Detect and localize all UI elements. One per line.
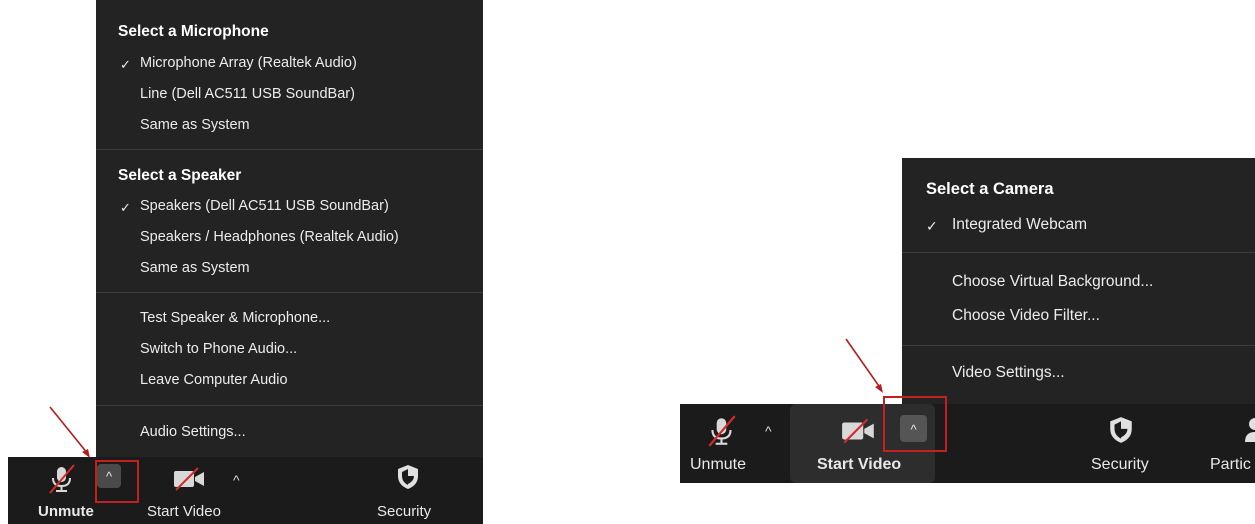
security-button[interactable]: Security (363, 457, 453, 524)
audio-options-menu: Select a Microphone ✓ Microphone Array (… (96, 0, 483, 460)
shield-icon (1110, 417, 1132, 443)
video-camera-muted-icon (174, 467, 204, 491)
meeting-toolbar-right: Unmute ^ Start Video ^ Security Partic (680, 404, 1255, 483)
shield-icon (398, 465, 418, 489)
check-icon: ✓ (926, 218, 938, 234)
menu-divider (96, 292, 483, 293)
start-video-button[interactable]: Start Video (138, 457, 238, 524)
check-icon: ✓ (120, 57, 131, 72)
menu-item-test-speaker-mic[interactable]: Test Speaker & Microphone... (140, 310, 330, 326)
menu-item-video-settings[interactable]: Video Settings... (952, 364, 1065, 382)
camera-section-title: Select a Camera (926, 180, 1054, 198)
microphone-muted-icon (708, 415, 736, 447)
participants-button[interactable]: Partic (1210, 404, 1255, 483)
menu-item-choose-virtual-background[interactable]: Choose Virtual Background... (952, 273, 1153, 291)
unmute-label: Unmute (690, 456, 747, 473)
video-camera-muted-icon (842, 418, 874, 444)
unmute-button[interactable]: Unmute (680, 404, 770, 483)
video-options-caret[interactable]: ^ (233, 473, 240, 487)
menu-divider (902, 252, 1255, 253)
red-arrow-icon (49, 406, 90, 458)
security-label: Security (377, 503, 432, 520)
speaker-section-title: Select a Speaker (118, 167, 242, 184)
menu-item-mic-same-as-system[interactable]: Same as System (140, 117, 250, 133)
video-options-menu: Select a Camera ✓ Integrated Webcam Choo… (902, 158, 1255, 404)
meeting-toolbar-left: Unmute ^ Start Video ^ Security (8, 457, 483, 524)
highlight-box (95, 460, 139, 503)
menu-item-choose-video-filter[interactable]: Choose Video Filter... (952, 307, 1100, 325)
menu-divider (902, 345, 1255, 346)
microphone-section-title: Select a Microphone (118, 23, 269, 40)
menu-item-label: Microphone Array (Realtek Audio) (140, 55, 357, 71)
menu-item-label: Integrated Webcam (952, 216, 1087, 233)
highlight-box (883, 396, 947, 452)
start-video-label: Start Video (147, 503, 221, 520)
participants-label: Partic (1210, 456, 1251, 473)
menu-item-line-dell[interactable]: Line (Dell AC511 USB SoundBar) (140, 86, 355, 102)
security-button[interactable]: Security (1075, 404, 1165, 483)
menu-divider (96, 405, 483, 406)
unmute-label: Unmute (38, 503, 94, 520)
microphone-muted-icon (49, 464, 75, 494)
red-arrow-icon (845, 338, 883, 393)
menu-divider (96, 149, 483, 150)
menu-item-speaker-same-as-system[interactable]: Same as System (140, 260, 250, 276)
menu-item-speakers-realtek[interactable]: Speakers / Headphones (Realtek Audio) (140, 229, 399, 245)
menu-item-audio-settings[interactable]: Audio Settings... (140, 424, 246, 440)
menu-item-leave-computer-audio[interactable]: Leave Computer Audio (140, 372, 288, 388)
unmute-button[interactable]: Unmute (22, 457, 94, 524)
start-video-label: Start Video (817, 456, 902, 473)
participants-icon (1245, 418, 1255, 442)
security-label: Security (1091, 456, 1149, 473)
menu-item-label: Speakers (Dell AC511 USB SoundBar) (140, 198, 389, 214)
audio-options-caret[interactable]: ^ (765, 424, 772, 438)
check-icon: ✓ (120, 200, 131, 215)
menu-item-switch-phone-audio[interactable]: Switch to Phone Audio... (140, 341, 297, 357)
